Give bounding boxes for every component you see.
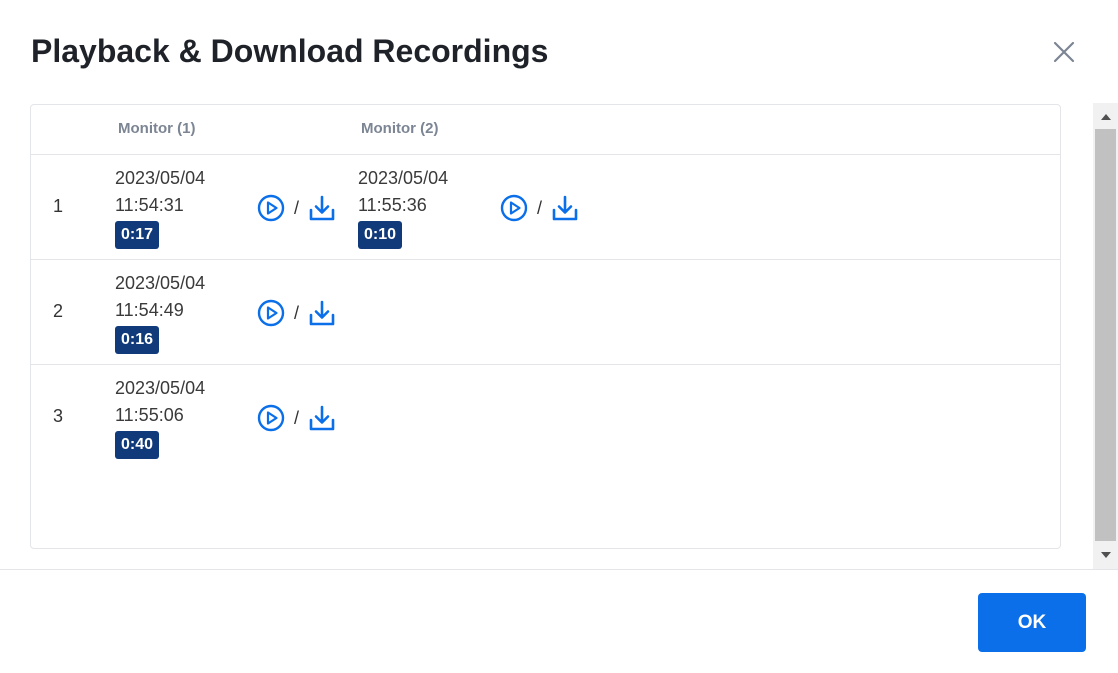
table-header: Monitor (1) Monitor (2) bbox=[31, 105, 1060, 155]
ok-button[interactable]: OK bbox=[978, 593, 1086, 652]
duration-badge: 0:40 bbox=[115, 431, 160, 459]
recording-actions: / bbox=[256, 193, 337, 223]
table-row: 3 2023/05/04 11:55:06 0:40 / bbox=[31, 365, 1060, 469]
recording-date: 2023/05/04 bbox=[115, 168, 206, 188]
table-body: 1 2023/05/04 11:54:31 0:17 / 2023/05/04 11:55:… bbox=[31, 155, 1060, 469]
duration-badge: 0:10 bbox=[358, 221, 403, 249]
download-icon[interactable] bbox=[307, 298, 337, 328]
recording-time: 11:55:36 bbox=[358, 195, 427, 215]
recording-actions: / bbox=[256, 403, 337, 433]
recording-date: 2023/05/04 bbox=[115, 273, 206, 293]
recording-time: 11:54:31 bbox=[115, 195, 184, 215]
vertical-scrollbar[interactable] bbox=[1093, 103, 1118, 569]
action-separator: / bbox=[537, 197, 543, 218]
scrollbar-thumb[interactable] bbox=[1095, 129, 1116, 541]
row-index: 3 bbox=[53, 406, 64, 426]
column-header-monitor-2: Monitor (2) bbox=[361, 120, 439, 137]
action-separator: / bbox=[294, 302, 300, 323]
download-icon[interactable] bbox=[307, 193, 337, 223]
play-circle-icon[interactable] bbox=[256, 298, 286, 328]
column-header-monitor-1: Monitor (1) bbox=[118, 120, 196, 137]
table-row: 1 2023/05/04 11:54:31 0:17 / 2023/05/04 11:55:… bbox=[31, 155, 1060, 260]
row-index: 2 bbox=[53, 301, 64, 321]
close-button[interactable] bbox=[1049, 37, 1079, 67]
dialog-footer: OK bbox=[0, 569, 1118, 673]
recordings-dialog: Playback & Download Recordings Monitor (… bbox=[0, 0, 1118, 673]
recording-actions: / bbox=[256, 298, 337, 328]
duration-badge: 0:16 bbox=[115, 326, 160, 354]
scroll-up-arrow-icon[interactable] bbox=[1093, 105, 1118, 129]
dialog-title: Playback & Download Recordings bbox=[31, 33, 549, 69]
row-index: 1 bbox=[53, 196, 64, 216]
recordings-table: Monitor (1) Monitor (2) 1 2023/05/04 11:54… bbox=[30, 104, 1061, 549]
play-circle-icon[interactable] bbox=[499, 193, 529, 223]
action-separator: / bbox=[294, 407, 300, 428]
download-icon[interactable] bbox=[550, 193, 580, 223]
close-icon bbox=[1053, 41, 1075, 63]
play-circle-icon[interactable] bbox=[256, 403, 286, 433]
recording-cell-monitor-1: 2023/05/04 11:54:31 0:17 / bbox=[115, 165, 355, 251]
recording-date: 2023/05/04 bbox=[358, 168, 449, 188]
recording-date: 2023/05/04 bbox=[115, 378, 206, 398]
scroll-down-arrow-icon[interactable] bbox=[1093, 543, 1118, 567]
action-separator: / bbox=[294, 197, 300, 218]
play-circle-icon[interactable] bbox=[256, 193, 286, 223]
table-row: 2 2023/05/04 11:54:49 0:16 / bbox=[31, 260, 1060, 365]
recording-time: 11:55:06 bbox=[115, 405, 184, 425]
recording-time: 11:54:49 bbox=[115, 300, 184, 320]
download-icon[interactable] bbox=[307, 403, 337, 433]
duration-badge: 0:17 bbox=[115, 221, 160, 249]
recording-cell-monitor-1: 2023/05/04 11:54:49 0:16 / bbox=[115, 270, 355, 356]
recording-cell-monitor-2: 2023/05/04 11:55:36 0:10 / bbox=[358, 165, 598, 251]
recording-actions: / bbox=[499, 193, 580, 223]
recording-cell-monitor-1: 2023/05/04 11:55:06 0:40 / bbox=[115, 375, 355, 461]
dialog-body: Monitor (1) Monitor (2) 1 2023/05/04 11:54… bbox=[0, 103, 1118, 569]
